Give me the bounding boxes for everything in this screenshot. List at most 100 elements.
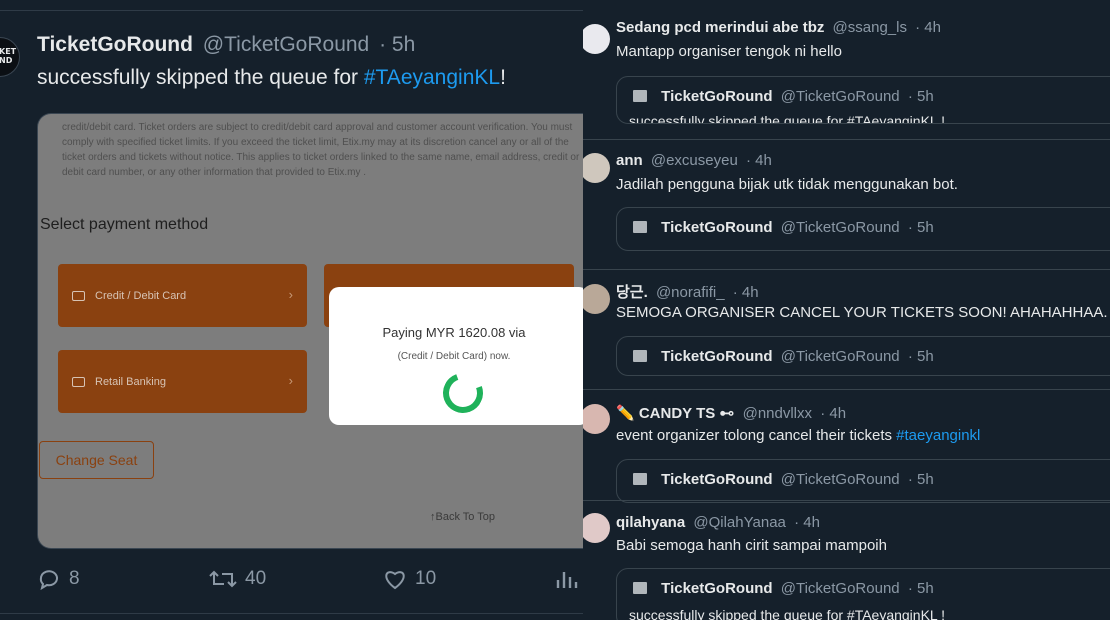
author-handle[interactable]: @nndvllxx xyxy=(743,405,812,422)
quoted-tweet[interactable]: TicketGoRound @TicketGoRound · 5h xyxy=(616,207,1110,251)
credit-debit-label: Credit / Debit Card xyxy=(95,289,187,302)
tweet-actions: 8 40 10 xyxy=(37,568,583,594)
credit-debit-option: Credit / Debit Card › xyxy=(58,264,307,327)
main-tweet[interactable]: KET ND TicketGoRound @TicketGoRound · 5h… xyxy=(0,0,583,620)
quote-header: TicketGoRound @TicketGoRound · 5h xyxy=(633,219,934,236)
reply-tweet[interactable]: 당근. @norafifi_ · 4h SEMOGA ORGANISER CAN… xyxy=(583,269,1110,389)
screenshot-composite: KET ND TicketGoRound @TicketGoRound · 5h… xyxy=(0,0,1110,620)
author-handle[interactable]: @TicketGoRound xyxy=(203,33,369,56)
bank-icon xyxy=(72,376,85,387)
avatar[interactable]: KET ND xyxy=(0,37,20,77)
quote-avatar-icon xyxy=(633,582,647,594)
quote-header: TicketGoRound @TicketGoRound · 5h xyxy=(633,348,934,365)
reply-tweet[interactable]: ann @excuseyeu · 4h Jadilah pengguna bij… xyxy=(583,139,1110,269)
tweet-time[interactable]: · 4h xyxy=(733,284,759,301)
quote-author-name: TicketGoRound xyxy=(661,88,773,105)
replies-column: Sedang pcd merindui abe tbz @ssang_ls · … xyxy=(583,0,1110,620)
quote-author-handle: @TicketGoRound xyxy=(780,88,900,105)
tweet-time[interactable]: · 5h xyxy=(379,33,415,56)
tweet-time[interactable]: · 4h xyxy=(915,19,941,36)
reply-text: SEMOGA ORGANISER CANCEL YOUR TICKETS SOO… xyxy=(616,304,1108,321)
tweet-header: TicketGoRound @TicketGoRound · 5h xyxy=(37,33,415,57)
avatar[interactable] xyxy=(583,153,610,183)
terms-text: credit/debit card. Ticket orders are sub… xyxy=(62,122,580,178)
avatar[interactable] xyxy=(583,284,610,314)
author-name[interactable]: qilahyana xyxy=(616,514,685,531)
quote-time: · 5h xyxy=(907,88,934,105)
retweet-button[interactable]: 40 xyxy=(209,568,266,590)
author-handle[interactable]: @excuseyeu xyxy=(651,152,738,169)
quote-avatar-icon xyxy=(633,350,647,362)
quote-author-handle: @TicketGoRound xyxy=(780,348,900,365)
views-button[interactable] xyxy=(555,568,583,590)
reply-count: 8 xyxy=(69,568,80,589)
like-count: 10 xyxy=(415,568,437,589)
author-handle[interactable]: @QilahYanaa xyxy=(693,514,786,531)
tweet-text-body: successfully skipped the queue for xyxy=(37,66,364,89)
reply-header: ✏️ CANDY TS ⊷ @nndvllxx · 4h xyxy=(616,404,846,422)
avatar-logo-text: KET ND xyxy=(0,47,17,65)
hashtag-link[interactable]: #taeyanginkl xyxy=(896,427,980,444)
author-name[interactable]: 당근. xyxy=(616,284,648,301)
payment-method-title: Select payment method xyxy=(40,216,209,233)
hashtag-link[interactable]: #TAeyanginKL xyxy=(364,66,500,89)
quote-author-handle: @TicketGoRound xyxy=(780,219,900,236)
tweet-text: successfully skipped the queue for #TAey… xyxy=(37,66,506,90)
chevron-right-icon: › xyxy=(288,373,293,388)
tweet-text-end: ! xyxy=(500,66,506,89)
divider xyxy=(0,10,583,11)
quote-header: TicketGoRound @TicketGoRound · 5h xyxy=(633,471,934,488)
modal-paying-text: Paying MYR 1620.08 via xyxy=(382,325,526,340)
avatar[interactable] xyxy=(583,513,610,543)
author-name[interactable]: ✏️ CANDY TS ⊷ xyxy=(616,405,734,422)
divider xyxy=(0,613,583,614)
quote-text: successfully skipped the queue for #TAey… xyxy=(629,113,945,124)
author-name[interactable]: ann xyxy=(616,152,643,169)
quote-author-handle: @TicketGoRound xyxy=(780,471,900,488)
tweet-time[interactable]: · 4h xyxy=(794,514,820,531)
reply-text: Mantapp organiser tengok ni hello xyxy=(616,43,842,60)
author-name[interactable]: Sedang pcd merindui abe tbz xyxy=(616,19,824,36)
heart-icon xyxy=(385,571,405,590)
chevron-right-icon: › xyxy=(288,287,293,302)
quote-author-name: TicketGoRound xyxy=(661,580,773,597)
retail-banking-option: Retail Banking › xyxy=(58,350,307,413)
reply-tweet[interactable]: ✏️ CANDY TS ⊷ @nndvllxx · 4h event organ… xyxy=(583,389,1110,503)
quoted-tweet[interactable]: TicketGoRound @TicketGoRound · 5h xyxy=(616,336,1110,376)
author-handle[interactable]: @ssang_ls xyxy=(833,19,907,36)
quote-avatar-icon xyxy=(633,90,647,102)
card-icon xyxy=(72,290,85,301)
tweet-time[interactable]: · 4h xyxy=(746,152,772,169)
like-button[interactable]: 10 xyxy=(383,568,436,590)
retweet-count: 40 xyxy=(245,568,267,589)
quote-time: · 5h xyxy=(907,471,934,488)
quote-author-name: TicketGoRound xyxy=(661,471,773,488)
retail-banking-label: Retail Banking xyxy=(95,375,166,388)
author-name[interactable]: TicketGoRound xyxy=(37,33,193,56)
reply-text: Jadilah pengguna bijak utk tidak menggun… xyxy=(616,176,958,193)
avatar[interactable] xyxy=(583,404,610,434)
reply-header: Sedang pcd merindui abe tbz @ssang_ls · … xyxy=(616,19,941,36)
quote-avatar-icon xyxy=(633,221,647,233)
quoted-tweet[interactable]: TicketGoRound @TicketGoRound · 5h succes… xyxy=(616,568,1110,620)
reply-header: qilahyana @QilahYanaa · 4h xyxy=(616,514,820,531)
reply-text: Babi semoga hanh cirit sampai mampoih xyxy=(616,537,887,554)
avatar[interactable] xyxy=(583,24,610,54)
back-to-top-link: ↑Back To Top xyxy=(430,511,496,523)
author-handle[interactable]: @norafifi_ xyxy=(656,284,725,301)
quote-time: · 5h xyxy=(907,580,934,597)
quote-header: TicketGoRound @TicketGoRound · 5h xyxy=(633,88,934,105)
quote-header: TicketGoRound @TicketGoRound · 5h xyxy=(633,580,934,597)
reply-tweet[interactable]: qilahyana @QilahYanaa · 4h Babi semoga h… xyxy=(583,500,1110,620)
tweet-time[interactable]: · 4h xyxy=(820,405,846,422)
tweet-media-image[interactable]: credit/debit card. Ticket orders are sub… xyxy=(37,113,583,549)
reply-button[interactable]: 8 xyxy=(37,568,80,590)
quote-time: · 5h xyxy=(907,219,934,236)
reply-header: ann @excuseyeu · 4h xyxy=(616,152,772,169)
reply-header: 당근. @norafifi_ · 4h xyxy=(616,281,759,302)
quoted-tweet[interactable]: TicketGoRound @TicketGoRound · 5h xyxy=(616,459,1110,503)
reply-tweet[interactable]: Sedang pcd merindui abe tbz @ssang_ls · … xyxy=(583,0,1110,139)
quoted-tweet[interactable]: TicketGoRound @TicketGoRound · 5h succes… xyxy=(616,76,1110,124)
loading-spinner-icon xyxy=(436,366,490,420)
payment-modal: Paying MYR 1620.08 via (Credit / Debit C… xyxy=(329,287,583,425)
